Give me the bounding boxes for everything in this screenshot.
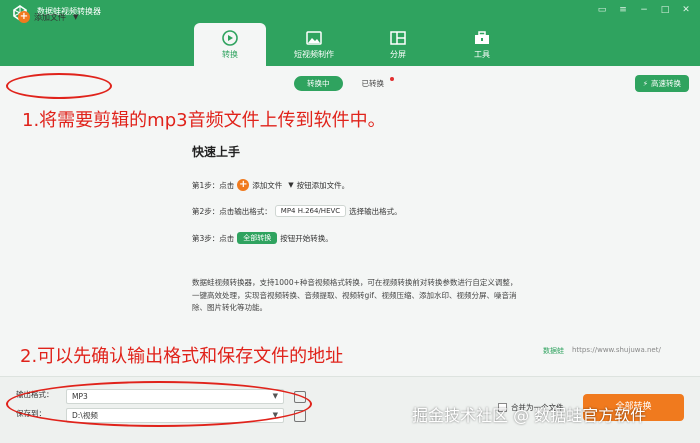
maximize-icon[interactable]: □: [659, 4, 671, 16]
watermark-text: 掘金技术社区 @ 数据蛙官方软件: [412, 406, 647, 425]
minimize-icon[interactable]: −: [638, 4, 650, 16]
status-tabs: 转换中 已转换: [294, 76, 397, 91]
high-speed-label: 高速转换: [651, 79, 681, 88]
chevron-down-icon[interactable]: ▼: [73, 13, 78, 21]
tab-tools-label: 工具: [474, 50, 490, 59]
toolbox-icon: [475, 31, 489, 44]
tab-convert-label: 转换: [222, 50, 238, 59]
step3-convert-all-pill[interactable]: 全部转换: [237, 232, 278, 244]
step2-suffix: 选择输出格式。: [349, 206, 402, 216]
tab-short-video[interactable]: 短视频制作: [278, 23, 350, 66]
chevron-down-icon: ▼: [288, 181, 294, 189]
brand-url[interactable]: https://www.shujuwa.net/: [572, 346, 661, 356]
quick-start-step-2: 第2步：点击输出格式： MP4 H.264/HEVC 选择输出格式。: [192, 205, 402, 217]
lightning-icon: ⚡: [642, 79, 648, 88]
tab-split-screen[interactable]: 分屏: [362, 23, 434, 66]
tab-converting[interactable]: 转换中: [294, 76, 343, 91]
step3-suffix: 按钮开始转换。: [280, 233, 333, 243]
step1-prefix: 第1步：点击: [192, 180, 235, 190]
tab-tools[interactable]: 工具: [446, 23, 518, 66]
brand-name: 数据蛙: [543, 347, 564, 355]
tab-split-screen-label: 分屏: [390, 50, 406, 59]
notification-dot: [390, 77, 394, 81]
annotation-ellipse-add-file: [6, 73, 112, 99]
annotation-step1: 1.将需要剪辑的mp3音频文件上传到软件中。: [22, 110, 386, 131]
step3-prefix: 第3步：点击: [192, 233, 235, 243]
convert-icon: [222, 30, 238, 46]
add-file-label: 添加文件: [34, 12, 66, 22]
product-description: 数据蛙视频转换器，支持1000+种音视频格式转换，可在视频转换前对转换参数进行自…: [192, 278, 518, 312]
plus-icon: +: [237, 179, 250, 191]
tab-convert[interactable]: 转换: [194, 23, 266, 66]
split-screen-icon: [390, 31, 406, 45]
main-nav: 转换 短视频制作 分屏 工具: [194, 23, 518, 66]
window-controls: ▭ ≡ − □ ✕: [596, 4, 692, 16]
image-icon: [306, 31, 322, 45]
quick-start-step-1: 第1步：点击 + 添加文件 ▼ 按钮添加文件。: [192, 179, 349, 191]
add-file-button[interactable]: + 添加文件 ▼: [18, 11, 78, 23]
step1-button[interactable]: 添加文件: [252, 180, 282, 191]
feedback-icon[interactable]: ▭: [596, 4, 608, 16]
annotation-ellipse-output: [6, 381, 312, 427]
step1-suffix: 按钮添加文件。: [296, 180, 350, 190]
tab-converted-label: 已转换: [361, 79, 385, 88]
annotation-step2: 2.可以先确认输出格式和保存文件的地址: [20, 346, 344, 367]
menu-icon[interactable]: ≡: [617, 4, 629, 16]
plus-icon: +: [18, 11, 30, 23]
quick-start-title: 快速上手: [192, 145, 241, 159]
tab-short-video-label: 短视频制作: [294, 50, 334, 59]
quick-start-step-3: 第3步：点击 全部转换 按钮开始转换。: [192, 232, 333, 244]
tab-converted[interactable]: 已转换: [349, 76, 398, 91]
high-speed-convert-button[interactable]: ⚡ 高速转换: [634, 75, 689, 92]
brand-footer: 数据蛙 https://www.shujuwa.net/: [543, 346, 661, 356]
title-bar: 数据蛙视频转换器 ▭ ≡ − □ ✕ 转换 短视频制作 分屏 工具: [0, 0, 700, 66]
step2-format-pill[interactable]: MP4 H.264/HEVC: [274, 205, 347, 217]
close-icon[interactable]: ✕: [680, 4, 692, 16]
step2-prefix: 第2步：点击输出格式：: [192, 206, 272, 216]
